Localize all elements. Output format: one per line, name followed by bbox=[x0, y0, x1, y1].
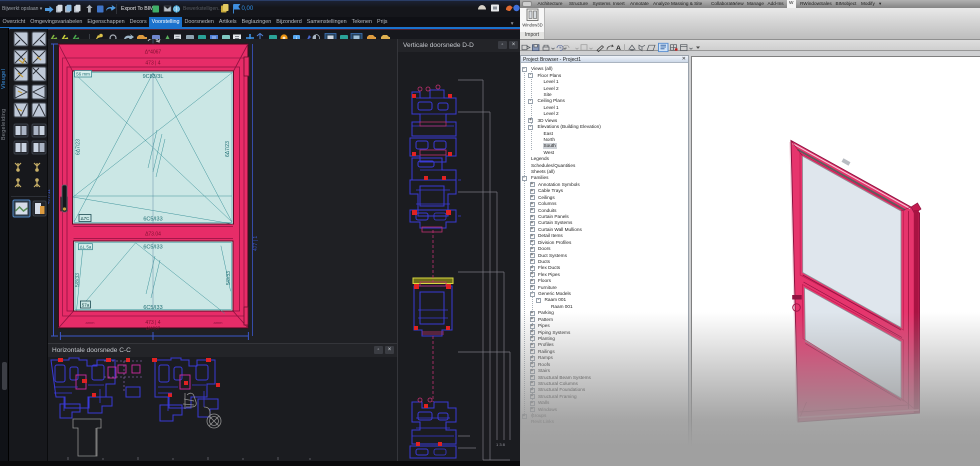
svg-text:6C5/I33: 6C5/I33 bbox=[143, 217, 162, 223]
svg-text:6Δ7/23: 6Δ7/23 bbox=[225, 141, 231, 157]
svg-text:Δ/4067: Δ/4067 bbox=[146, 326, 161, 331]
svg-text:Δ73.04: Δ73.04 bbox=[145, 232, 161, 238]
svg-text:A: A bbox=[616, 45, 621, 52]
svg-text:5/8/33: 5/8/33 bbox=[226, 271, 232, 285]
svg-text:6Δ7/23: 6Δ7/23 bbox=[76, 139, 82, 155]
svg-text:56 mm: 56 mm bbox=[76, 72, 90, 77]
svg-text:473 | 4: 473 | 4 bbox=[145, 61, 160, 67]
svg-text:477/11: 477/11 bbox=[48, 189, 52, 204]
svg-text:Δ*4067: Δ*4067 bbox=[145, 50, 162, 56]
svg-text:6C5/I33: 6C5/I33 bbox=[143, 305, 162, 311]
svg-text:9C83/3L: 9C83/3L bbox=[143, 74, 164, 80]
svg-text:amm: amm bbox=[86, 320, 96, 325]
svg-text:57a: 57a bbox=[82, 303, 90, 308]
svg-text:6C5/I33: 6C5/I33 bbox=[143, 245, 162, 251]
svg-text:Δ7C: Δ7C bbox=[81, 216, 91, 221]
svg-text:Window3D: Window3D bbox=[522, 23, 542, 28]
svg-text:1 3 8: 1 3 8 bbox=[496, 442, 506, 447]
svg-text:5/8/33: 5/8/33 bbox=[75, 273, 81, 287]
svg-text:477 | 1: 477 | 1 bbox=[253, 236, 259, 251]
svg-text:ΔL.5a: ΔL.5a bbox=[80, 245, 92, 250]
svg-text:amm: amm bbox=[214, 320, 224, 325]
